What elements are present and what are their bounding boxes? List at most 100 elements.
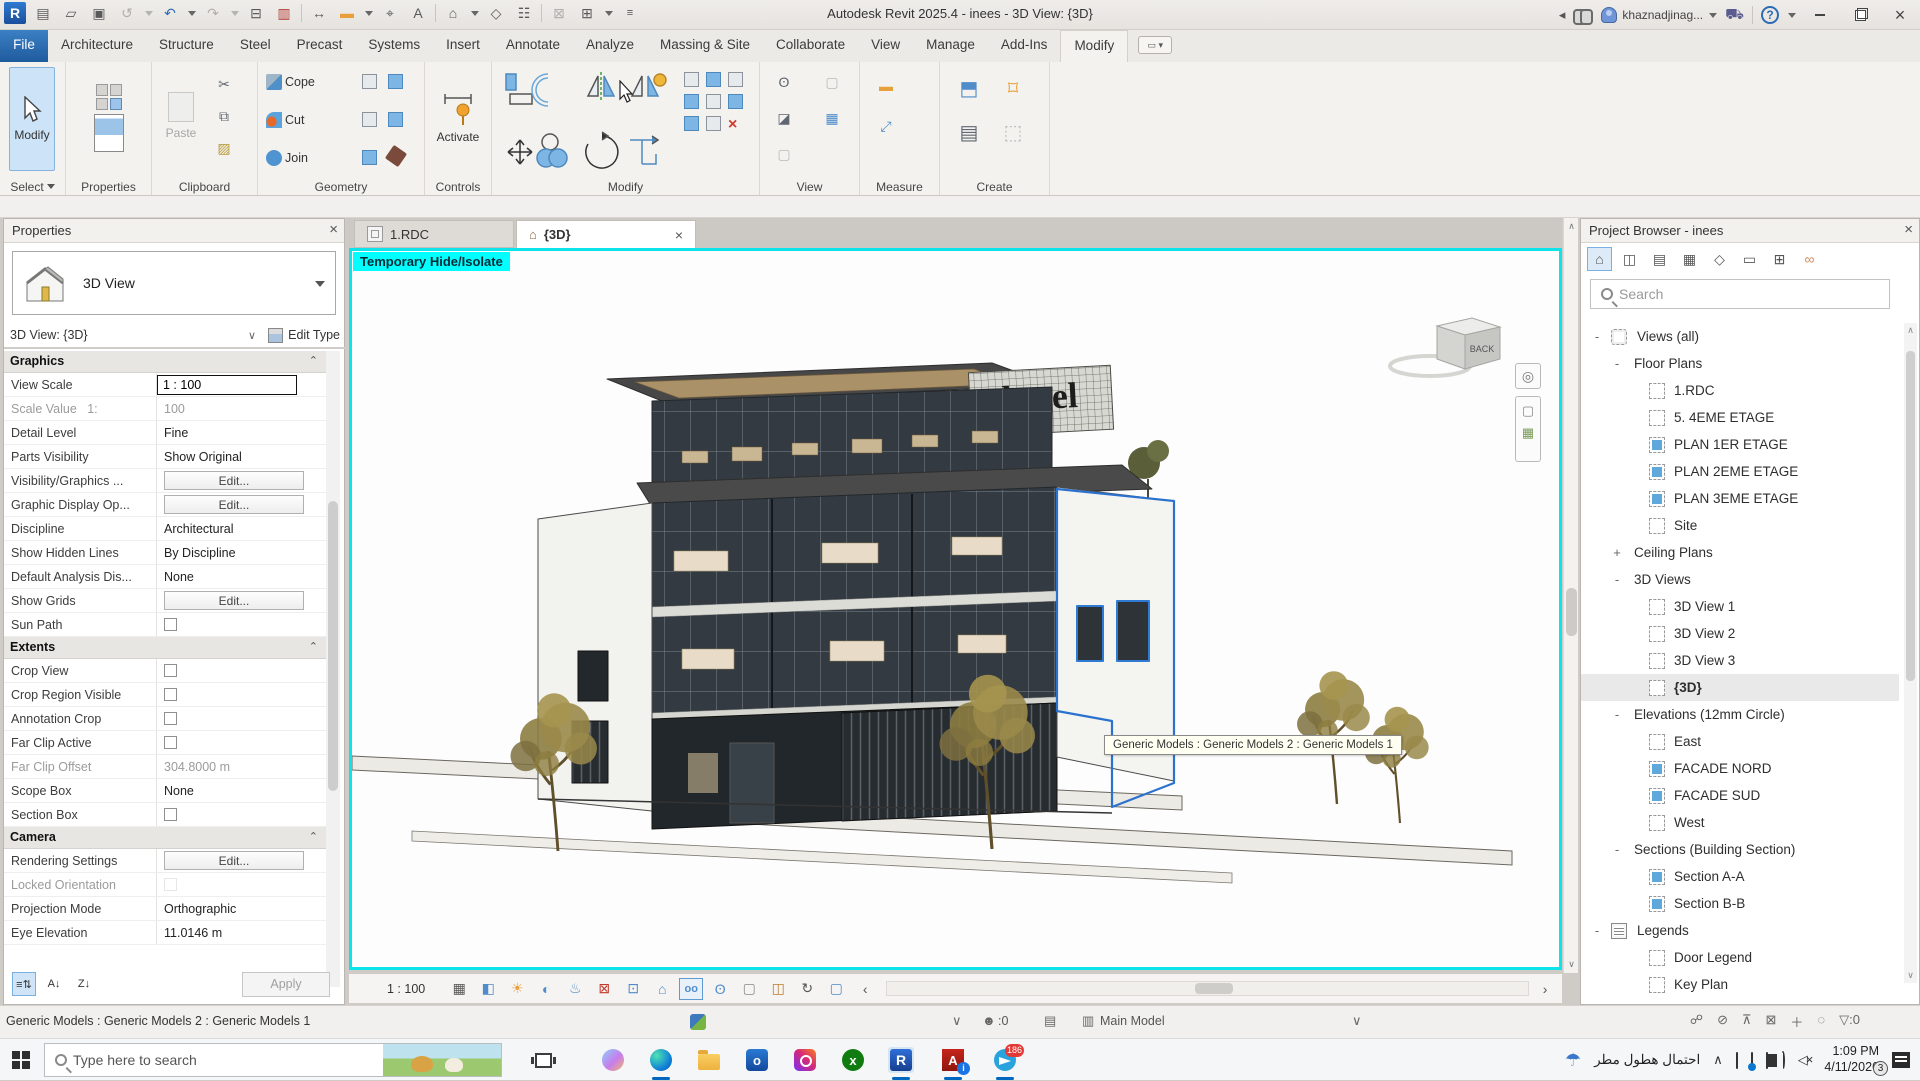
tree-item-1rdc[interactable]: 1.RDC (1581, 377, 1899, 404)
cut-to-clipboard-icon[interactable] (214, 76, 234, 93)
measure-icon[interactable] (336, 2, 358, 24)
panel-label-modify[interactable]: Modify (492, 180, 759, 194)
tab-collaborate[interactable]: Collaborate (763, 30, 858, 62)
crop-region-checkbox[interactable] (164, 688, 177, 701)
home-dropdown-icon[interactable] (470, 4, 479, 22)
prop-row-eye-elevation[interactable]: Eye Elevation11.0146 m (4, 921, 326, 945)
open-icon[interactable] (60, 2, 82, 24)
tree-item-plan-3eme[interactable]: PLAN 3EME ETAGE (1581, 485, 1899, 512)
browser-scrollbar[interactable] (1904, 323, 1917, 983)
sort-default-button[interactable]: ≡⇅ (12, 972, 36, 996)
redo-icon[interactable] (202, 2, 224, 24)
match-type-icon[interactable] (214, 140, 234, 157)
worksharing-status-icon[interactable] (690, 1014, 706, 1030)
tree-item-4eme-etage[interactable]: 5. 4EME ETAGE (1581, 404, 1899, 431)
browser-scroll-down-icon[interactable] (1904, 970, 1917, 981)
default-3d-view-icon[interactable] (442, 2, 464, 24)
tab-file[interactable]: File (0, 30, 48, 62)
prop-row-far-clip-active[interactable]: Far Clip Active (4, 731, 326, 755)
xbox-app-icon[interactable] (840, 1047, 866, 1073)
tree-item-facade-sud[interactable]: FACADE SUD (1581, 782, 1899, 809)
cope-button[interactable]: Cope (266, 70, 318, 94)
copilot-app-icon[interactable] (600, 1047, 626, 1073)
view-box-icon[interactable] (822, 74, 842, 91)
copy-to-clipboard-icon[interactable] (214, 108, 234, 125)
tree-item-door-legend[interactable]: Door Legend (1581, 944, 1899, 971)
edit-type-button[interactable]: Edit Type (288, 328, 340, 342)
prop-row-rendering-settings[interactable]: Rendering SettingsEdit... (4, 849, 326, 873)
sync-dropdown-icon[interactable] (144, 4, 153, 22)
instagram-app-icon[interactable] (792, 1047, 818, 1073)
text-icon[interactable] (407, 2, 429, 24)
sun-path-checkbox[interactable] (164, 618, 177, 631)
annotation-crop-checkbox[interactable] (164, 712, 177, 725)
tablet-mode-icon[interactable] (1736, 1052, 1738, 1069)
close-inactive-views-icon[interactable] (548, 2, 570, 24)
collapse-viewbar-icon[interactable] (853, 978, 877, 1000)
cut-geometry-button[interactable]: Cut (266, 108, 307, 132)
apply-button[interactable]: Apply (242, 972, 330, 997)
weather-text[interactable]: احتمال هطول مطر (1594, 1052, 1700, 1068)
modify-tools-icons[interactable] (502, 70, 672, 170)
unjoin-icon[interactable] (388, 112, 403, 127)
close-view-tab-icon[interactable]: × (675, 227, 683, 243)
tree-item-section-aa[interactable]: Section A-A (1581, 863, 1899, 890)
prop-row-crop-region-visible[interactable]: Crop Region Visible (4, 683, 326, 707)
edit-button[interactable]: Edit... (164, 495, 304, 514)
restore-button[interactable] (1844, 2, 1876, 28)
sort-descending-button[interactable]: Z↓ (72, 972, 96, 996)
reveal-hidden-elements-icon[interactable] (650, 978, 674, 1000)
ui-menu-icon[interactable] (32, 2, 54, 24)
taskbar-search[interactable] (44, 1043, 502, 1077)
paint-corner-icon[interactable] (362, 150, 377, 165)
tree-item-3d-view-1[interactable]: 3D View 1 (1581, 593, 1899, 620)
tab-modify[interactable]: Modify (1060, 30, 1128, 62)
section-extents[interactable]: Extents⌃ (4, 637, 326, 659)
browser-link-icon[interactable] (1797, 247, 1822, 271)
tree-legends[interactable]: -Legends (1581, 917, 1899, 944)
crop-view-checkbox[interactable] (164, 664, 177, 677)
worksets-icon[interactable] (1044, 1013, 1056, 1029)
edit-button[interactable]: Edit... (164, 591, 304, 610)
tray-expand-icon[interactable] (1713, 1052, 1723, 1068)
tab-precast[interactable]: Precast (284, 30, 356, 62)
tree-item-3d-view-2[interactable]: 3D View 2 (1581, 620, 1899, 647)
panel-label-select[interactable]: Select (0, 180, 65, 194)
temporary-hide-isolate-banner[interactable]: Temporary Hide/Isolate (353, 252, 510, 271)
selection-box-icon[interactable] (774, 146, 794, 163)
tree-item-key-plan[interactable]: Key Plan (1581, 971, 1899, 998)
panel-label-create[interactable]: Create (940, 180, 1049, 194)
transfer-standards-icon[interactable] (273, 2, 295, 24)
prop-row-graphic-display[interactable]: Graphic Display Op...Edit... (4, 493, 326, 517)
tag-icon[interactable] (485, 2, 507, 24)
help-icon[interactable] (1761, 6, 1779, 24)
instance-dropdown-icon[interactable]: ∨ (248, 329, 256, 342)
battery-icon[interactable] (1766, 1052, 1768, 1069)
start-button[interactable] (12, 1051, 30, 1069)
select-pinned-icon[interactable] (1742, 1012, 1752, 1031)
tab-analyze[interactable]: Analyze (573, 30, 647, 62)
cut-profile-icon[interactable] (822, 110, 842, 127)
scroll-down-icon[interactable] (1564, 959, 1579, 970)
tab-add-ins[interactable]: Add-Ins (988, 30, 1061, 62)
instance-selector[interactable]: 3D View: {3D} (10, 328, 248, 342)
browser-views-icon[interactable] (1587, 247, 1612, 271)
undo-dropdown-icon[interactable] (187, 4, 196, 22)
paint-icon[interactable] (388, 74, 403, 89)
tab-manage[interactable]: Manage (913, 30, 988, 62)
tree-elevations[interactable]: -Elevations (12mm Circle) (1581, 701, 1899, 728)
tree-item-plan-1er[interactable]: PLAN 1ER ETAGE (1581, 431, 1899, 458)
switch-windows-icon[interactable] (576, 2, 598, 24)
browser-schedules-icon[interactable] (1677, 247, 1702, 271)
user-account[interactable]: khaznadjinag... (1601, 7, 1717, 23)
adobe-app-icon[interactable] (940, 1047, 966, 1073)
modify-secondary-tools[interactable]: × (684, 72, 746, 136)
prop-row-section-box[interactable]: Section Box (4, 803, 326, 827)
measure-tool-icon[interactable] (874, 78, 898, 94)
spot-dimension-icon[interactable] (379, 2, 401, 24)
zoom-icon[interactable] (1522, 403, 1534, 419)
tree-3d-views[interactable]: -3D Views (1581, 566, 1899, 593)
temporary-hide-isolate-icon[interactable] (679, 978, 703, 1000)
horizontal-scroll-thumb[interactable] (1195, 983, 1233, 994)
browser-search-box[interactable] (1590, 279, 1890, 309)
